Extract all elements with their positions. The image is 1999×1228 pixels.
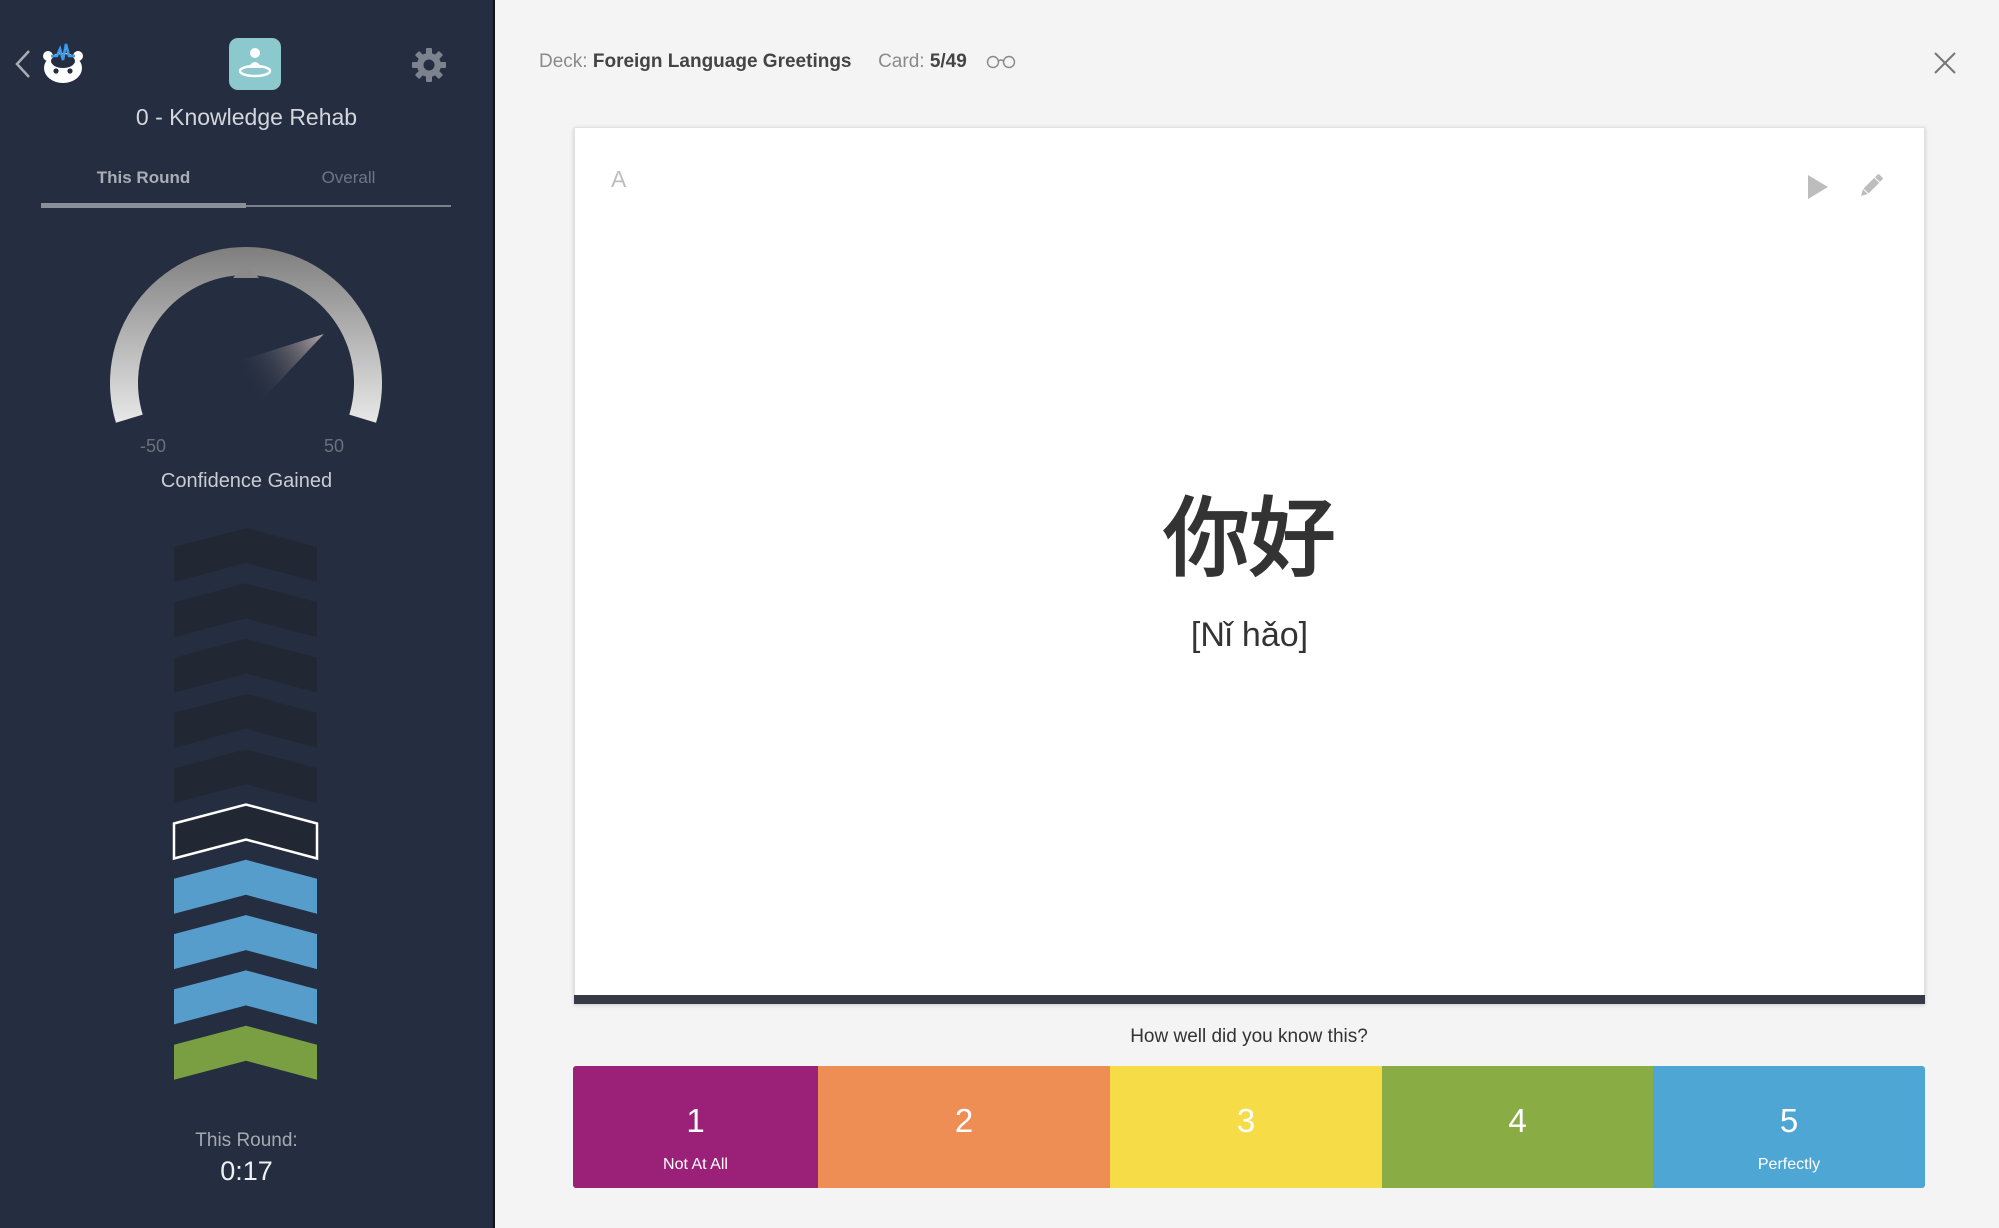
progress-chevron-blue: [174, 970, 317, 1025]
progress-chevron-blue: [174, 859, 317, 914]
progress-chevron-blue: [174, 915, 317, 970]
progress-chevrons: [172, 528, 319, 1080]
back-arrow-icon[interactable]: [12, 48, 34, 80]
study-header: Deck: Foreign Language Greetings Card: 5…: [539, 51, 1016, 73]
deck-name[interactable]: Foreign Language Greetings: [593, 51, 852, 72]
gear-icon[interactable]: [410, 46, 448, 84]
rating-label: Perfectly: [1757, 1156, 1821, 1173]
stats-tabs: This Round Overall: [41, 160, 451, 210]
gauge-label: Confidence Gained: [160, 470, 333, 492]
card-prefix: Card:: [878, 51, 925, 72]
deck-icon: [229, 38, 281, 90]
card-side-label: A: [611, 166, 627, 192]
sidebar: 0 - Knowledge Rehab This Round Overall -…: [0, 0, 495, 1228]
gauge-needle: [233, 333, 324, 404]
tab-this-round[interactable]: This Round: [41, 168, 246, 188]
meditation-icon: [238, 48, 272, 78]
confidence-gauge: [109, 247, 382, 423]
deck-prefix: Deck:: [539, 51, 588, 72]
rating-value: 1: [686, 1102, 705, 1139]
progress-chevron-empty: [174, 693, 317, 748]
tab-overall[interactable]: Overall: [246, 168, 451, 188]
gauge-min-label: -50: [140, 436, 167, 456]
rating-button-1[interactable]: 1 Not At All: [573, 1066, 818, 1188]
edit-pencil-icon[interactable]: [1857, 172, 1885, 200]
rating-button-4[interactable]: 4: [1382, 1066, 1653, 1188]
rating-button-3[interactable]: 3: [1110, 1066, 1382, 1188]
card-front-text: 你好: [1163, 489, 1336, 589]
progress-chevron-current: [172, 803, 319, 861]
gauge-max-label: 50: [324, 436, 345, 456]
rating-value: 4: [1508, 1102, 1527, 1139]
rating-label: Not At All: [663, 1156, 728, 1173]
card-bottom-bar: [574, 995, 1925, 1004]
progress-chevron-empty: [174, 638, 317, 693]
card-position: 5/49: [929, 51, 967, 72]
rating-button-2[interactable]: 2: [818, 1066, 1110, 1188]
rating-value: 5: [1779, 1102, 1799, 1139]
tab-active-indicator: [41, 203, 246, 208]
round-time-value: 0:17: [220, 1156, 273, 1186]
rating-value: 3: [1236, 1102, 1256, 1139]
progress-chevron-empty: [174, 583, 317, 638]
confidence-rating-bar: 1 Not At All 2 3 4 5 Perfectly: [573, 1066, 1925, 1188]
close-icon[interactable]: [1932, 50, 1958, 76]
brainscape-logo-icon[interactable]: [40, 40, 86, 86]
flashcard[interactable]: A 你好 [Nǐ hǎo]: [574, 127, 1925, 1004]
glasses-icon[interactable]: [986, 55, 1016, 69]
card-back-text: [Nǐ hǎo]: [1190, 616, 1309, 654]
round-time-label: This Round:: [195, 1130, 298, 1151]
progress-chevron-empty: [174, 528, 317, 582]
deck-title: 0 - Knowledge Rehab: [135, 104, 358, 130]
rating-prompt: How well did you know this?: [1130, 1026, 1368, 1047]
rating-button-5[interactable]: 5 Perfectly: [1653, 1066, 1925, 1188]
progress-chevron-green: [174, 1025, 317, 1080]
play-audio-icon[interactable]: [1807, 174, 1829, 200]
rating-value: 2: [954, 1102, 974, 1139]
progress-chevron-empty: [174, 749, 317, 804]
